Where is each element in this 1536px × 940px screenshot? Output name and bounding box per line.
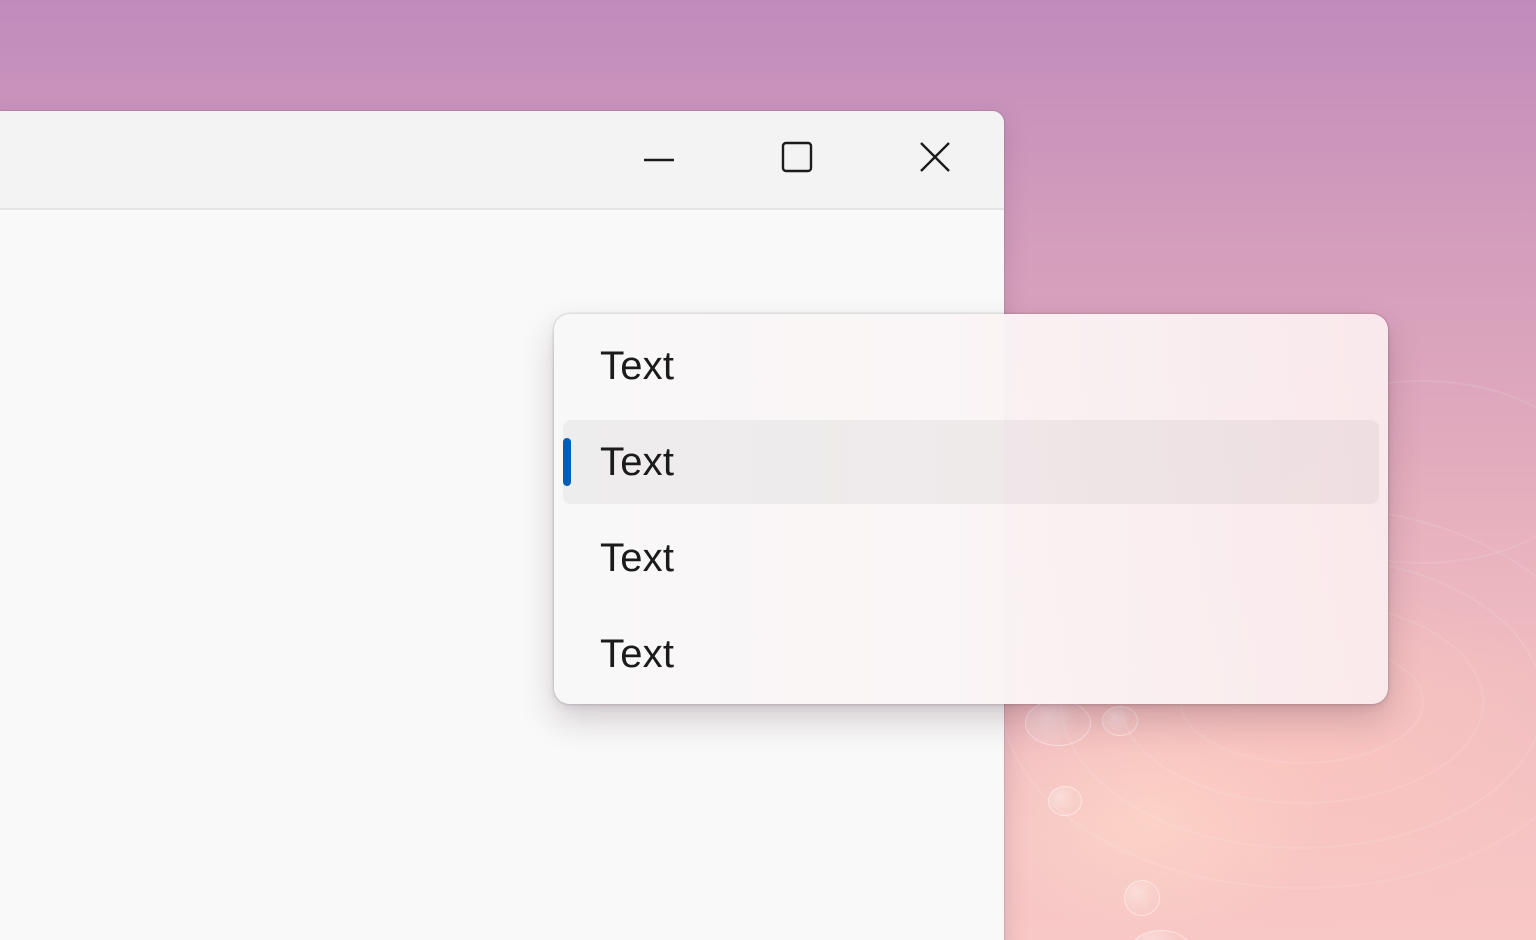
wallpaper-bubble	[1025, 700, 1091, 746]
menu-item[interactable]: Text	[563, 324, 1379, 408]
wallpaper-bubble	[1102, 706, 1138, 736]
close-icon	[919, 141, 951, 178]
maximize-button[interactable]	[728, 111, 866, 208]
menu-item-label: Text	[600, 439, 675, 484]
selection-indicator	[563, 438, 571, 486]
menu-item-label: Text	[600, 343, 675, 388]
wallpaper-bubble	[1124, 880, 1160, 916]
menu-item-selected[interactable]: Text	[563, 420, 1379, 504]
wallpaper-bubble	[1130, 930, 1192, 940]
wallpaper-bubble	[1048, 786, 1082, 816]
title-bar[interactable]	[0, 111, 1004, 210]
minimize-icon	[643, 151, 675, 169]
menu-item[interactable]: Text	[563, 516, 1379, 600]
menu-item[interactable]: Text	[563, 612, 1379, 696]
menu-item-label: Text	[600, 535, 675, 580]
maximize-icon	[781, 141, 813, 178]
minimize-button[interactable]	[590, 111, 728, 208]
dropdown-menu: Text Text Text Text	[554, 314, 1388, 704]
menu-item-label: Text	[600, 631, 675, 676]
close-button[interactable]	[866, 111, 1004, 208]
